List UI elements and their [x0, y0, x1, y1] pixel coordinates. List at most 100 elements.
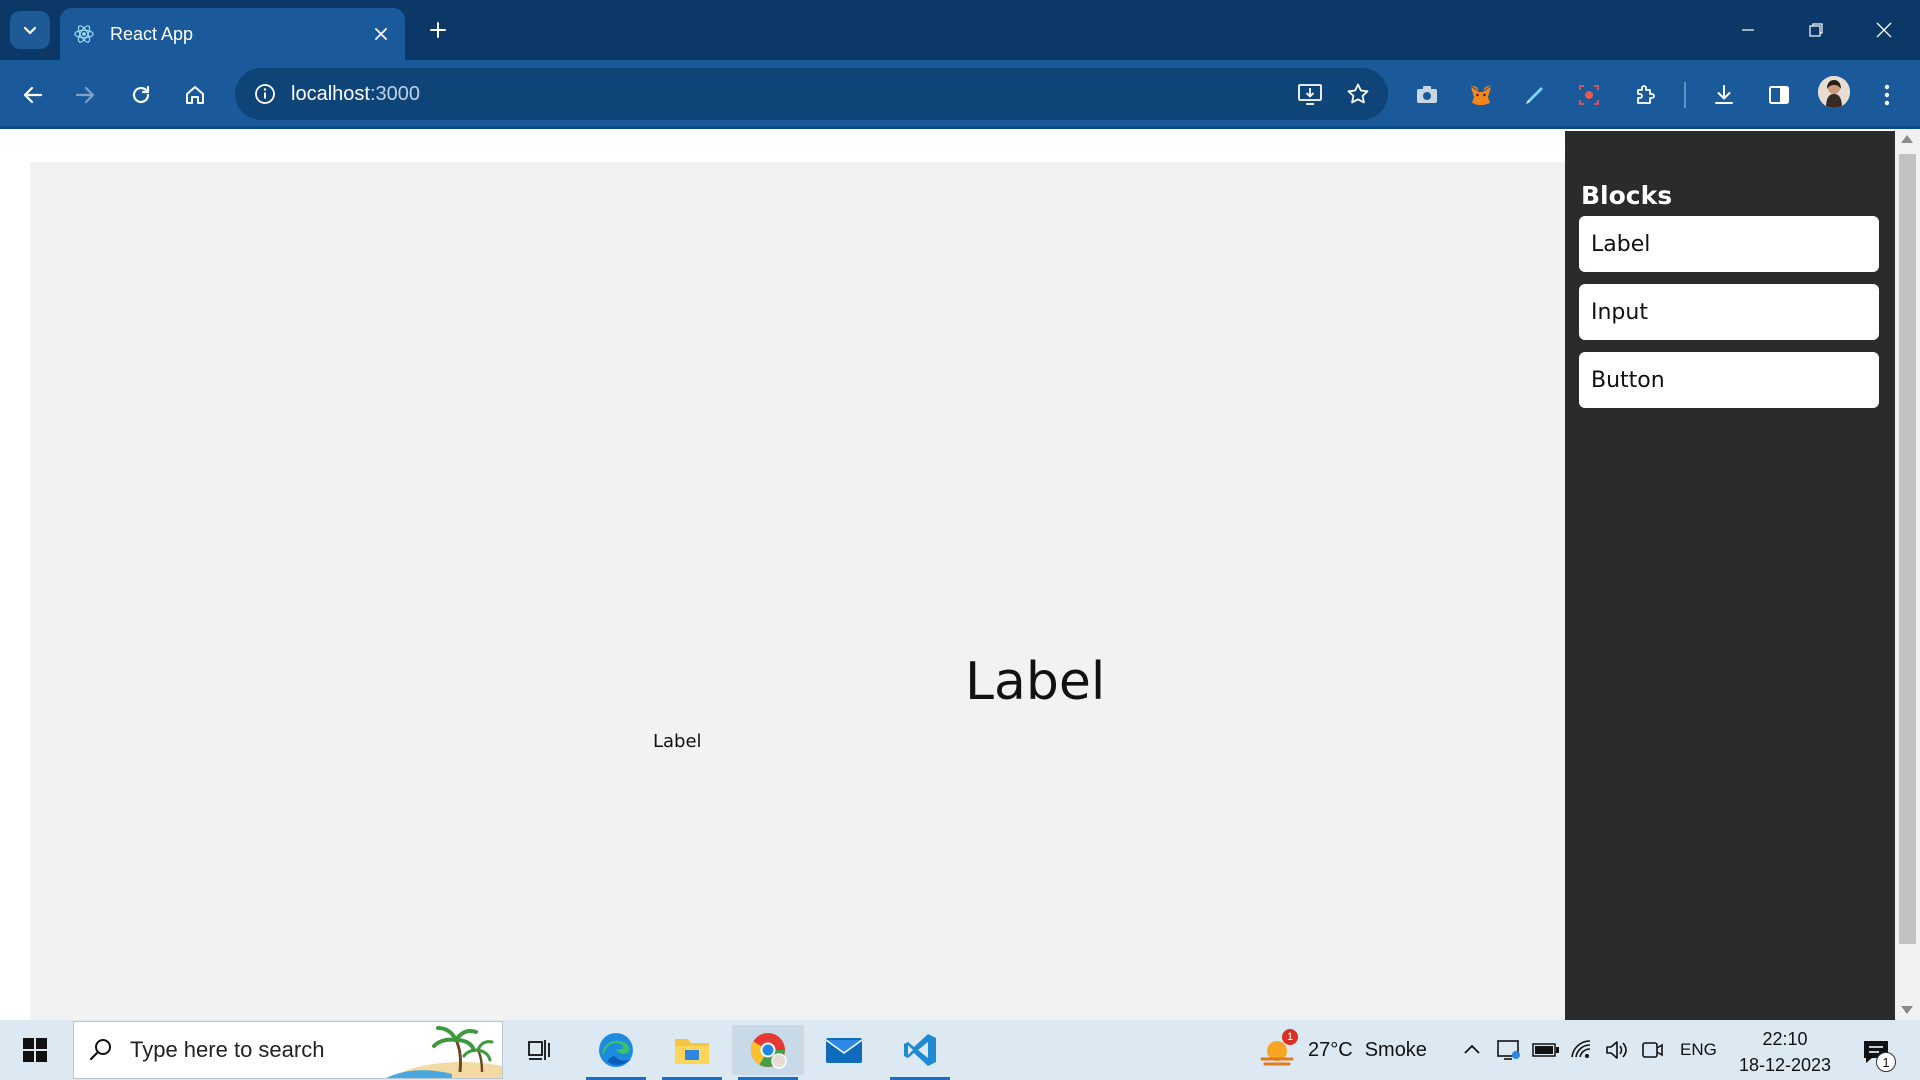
close-window-button[interactable] [1868, 14, 1900, 46]
address-bar[interactable]: localhost:3000 [235, 68, 1388, 120]
download-icon [1715, 85, 1733, 104]
home-button[interactable] [176, 76, 214, 114]
chevron-down-icon [23, 26, 37, 35]
close-icon [1876, 22, 1892, 38]
new-tab-button[interactable] [425, 17, 451, 43]
arrow-right-icon [75, 86, 95, 104]
speaker-icon [1606, 1041, 1627, 1059]
forward-button[interactable] [66, 76, 104, 114]
tray-volume[interactable] [1604, 1020, 1630, 1080]
sidebar-title: Blocks [1581, 181, 1673, 210]
restore-window-button[interactable] [1800, 14, 1832, 46]
search-icon [89, 1039, 111, 1061]
chrome-browser-icon [751, 1033, 787, 1069]
battery-icon [1532, 1043, 1559, 1057]
plus-icon [430, 22, 446, 38]
tray-battery[interactable] [1532, 1020, 1560, 1080]
windows-taskbar: Type here to search 1 27°C Smoke ENG 22:… [0, 1020, 1920, 1080]
notification-count-badge: 1 [1876, 1052, 1896, 1072]
metamask-fox-icon[interactable] [1462, 76, 1500, 114]
taskbar-search-box[interactable]: Type here to search [73, 1021, 503, 1079]
monitor-icon [1497, 1040, 1520, 1060]
page-scrollbar[interactable] [1895, 129, 1920, 1020]
clock-date: 18-12-2023 [1738, 1055, 1832, 1075]
url-port: :3000 [369, 82, 420, 105]
taskbar-file-explorer[interactable] [656, 1025, 728, 1080]
weather-smoke-icon: 1 [1258, 1029, 1298, 1069]
toolbar-divider [1684, 82, 1686, 108]
side-panel-icon [1769, 86, 1789, 104]
screen-recorder-icon[interactable] [1570, 76, 1608, 114]
reload-button[interactable] [122, 76, 160, 114]
search-placeholder: Type here to search [130, 1037, 325, 1062]
canvas-label-block-small[interactable]: Label [653, 731, 702, 752]
taskbar-vscode[interactable] [884, 1025, 956, 1080]
url-text: localhost:3000 [291, 83, 1286, 106]
tab-search-button[interactable] [10, 11, 50, 49]
wifi-icon [1571, 1040, 1591, 1058]
builder-canvas[interactable]: Label Label [30, 162, 1565, 1020]
site-info-icon[interactable] [239, 83, 291, 105]
home-icon [186, 86, 204, 104]
downloads-button[interactable] [1705, 76, 1743, 114]
taskbar-edge[interactable] [580, 1025, 652, 1080]
windows-logo-icon [23, 1038, 47, 1062]
tab-title: React App [110, 23, 194, 44]
browser-tab-active[interactable]: React App [60, 8, 405, 60]
tray-meet-now[interactable] [1496, 1020, 1522, 1080]
side-panel-button[interactable] [1760, 76, 1798, 114]
minimize-icon [1742, 29, 1754, 31]
extensions-puzzle-icon[interactable] [1626, 76, 1664, 114]
bookmark-star-icon[interactable] [1334, 70, 1382, 118]
block-item-label[interactable]: Label [1579, 216, 1879, 272]
tray-network[interactable] [1570, 1020, 1594, 1080]
mail-icon [825, 1038, 863, 1063]
page-viewport: Label Label Blocks Label Input Button [0, 129, 1920, 1020]
notification-center-button[interactable]: 1 [1858, 1034, 1896, 1072]
scroll-down-arrow-icon[interactable] [1901, 1006, 1913, 1014]
start-button[interactable] [12, 1030, 58, 1070]
browser-tab-bar: React App [0, 0, 1920, 60]
chevron-up-icon [1464, 1044, 1480, 1054]
vscode-icon [904, 1034, 936, 1066]
highlighter-extension-icon[interactable] [1516, 76, 1554, 114]
browser-toolbar: localhost:3000 [0, 60, 1920, 129]
language-indicator: ENG [1680, 1040, 1717, 1059]
screenshot-extension-icon[interactable] [1408, 76, 1446, 114]
arrow-left-icon [23, 86, 43, 104]
beach-scene-icon [386, 1026, 502, 1078]
react-logo-icon [72, 22, 96, 46]
canvas-label-block-large[interactable]: Label [965, 652, 1105, 712]
weather-alert-badge: 1 [1282, 1029, 1298, 1045]
close-tab-icon[interactable] [369, 22, 393, 46]
taskbar-chrome[interactable] [732, 1025, 804, 1080]
restore-icon [1809, 23, 1823, 37]
reload-icon [132, 85, 150, 104]
taskbar-mail[interactable] [808, 1025, 880, 1075]
clock-time: 22:10 [1762, 1029, 1808, 1049]
tray-camera[interactable] [1640, 1020, 1664, 1080]
back-button[interactable] [14, 76, 52, 114]
weather-condition: Smoke [1364, 1038, 1427, 1061]
tray-overflow-button[interactable] [1462, 1020, 1482, 1080]
folder-icon [675, 1039, 709, 1064]
profile-avatar[interactable] [1818, 76, 1850, 108]
install-app-icon[interactable] [1286, 70, 1334, 118]
kebab-menu-icon [1884, 84, 1890, 106]
taskbar-clock[interactable]: 22:10 18-12-2023 [1730, 1026, 1840, 1078]
block-item-input[interactable]: Input [1579, 284, 1879, 340]
tray-language[interactable]: ENG [1680, 1020, 1717, 1080]
edge-browser-icon [599, 1033, 633, 1067]
task-view-icon [528, 1040, 550, 1060]
weather-temperature: 27°C [1308, 1038, 1353, 1061]
blocks-sidebar: Blocks Label Input Button [1565, 131, 1895, 1020]
url-host: localhost [291, 82, 370, 105]
browser-menu-button[interactable] [1868, 76, 1906, 114]
scrollbar-thumb[interactable] [1899, 154, 1916, 944]
weather-widget[interactable]: 1 27°C Smoke [1258, 1020, 1427, 1080]
task-view-button[interactable] [504, 1025, 576, 1075]
scroll-up-arrow-icon[interactable] [1901, 135, 1913, 143]
block-item-button[interactable]: Button [1579, 352, 1879, 408]
minimize-window-button[interactable] [1732, 14, 1764, 46]
camera-icon [1642, 1042, 1663, 1058]
